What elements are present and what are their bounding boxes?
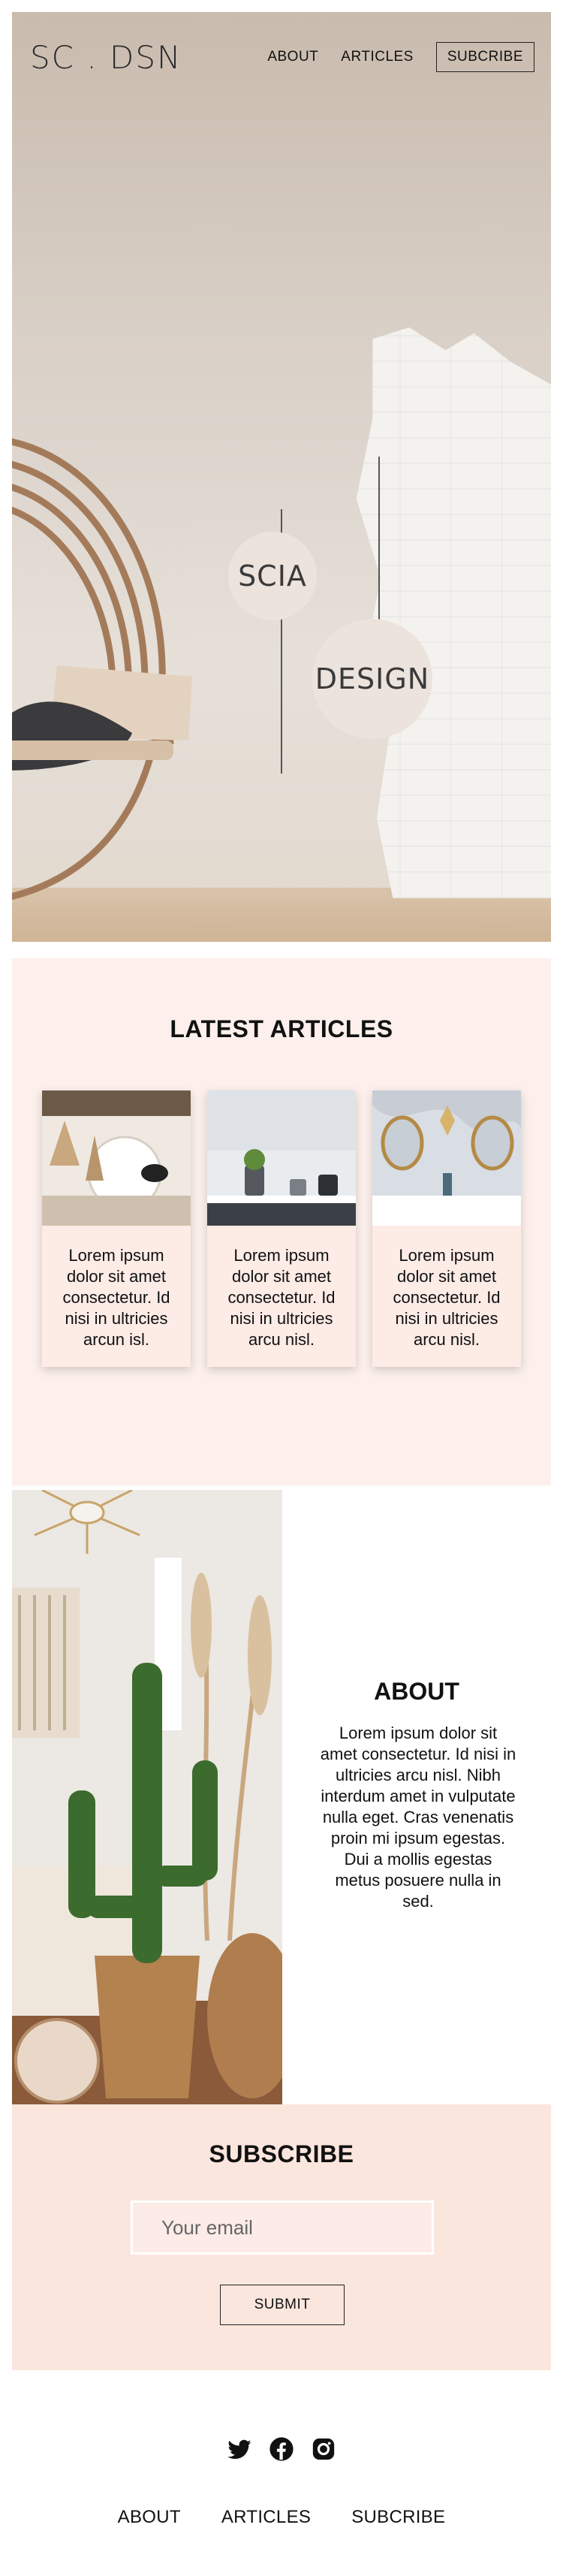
article-card[interactable]: Lorem ipsum dolor sit amet consectetur. … — [372, 1090, 521, 1367]
submit-button[interactable]: SUBMIT — [220, 2285, 345, 2325]
top-navigation: ABOUT ARTICLES SUBCRIBE — [267, 42, 534, 72]
latest-articles-section: LATEST ARTICLES Lorem ipsum dolor sit am… — [12, 958, 551, 1486]
twitter-icon[interactable] — [227, 2436, 252, 2462]
footer-link-about[interactable]: ABOUT — [118, 2507, 181, 2528]
article-image — [207, 1090, 356, 1226]
hero-section: SC . DSN ABOUT ARTICLES SUBCRIBE SCIA DE… — [12, 12, 551, 942]
hero-circle-scia: SCIA — [228, 532, 317, 620]
article-excerpt: Lorem ipsum dolor sit amet consectetur. … — [227, 1246, 336, 1349]
article-cards: Lorem ipsum dolor sit amet consectetur. … — [42, 1090, 521, 1367]
hero-circle-design: DESIGN — [312, 619, 432, 739]
articles-title: LATEST ARTICLES — [170, 1015, 393, 1042]
footer-navigation: ABOUT ARTICLES SUBCRIBE — [0, 2507, 563, 2528]
nav-link-articles[interactable]: ARTICLES — [341, 49, 414, 65]
article-image — [42, 1090, 191, 1226]
about-section: ABOUT Lorem ipsum dolor sit amet consect… — [12, 1490, 551, 2104]
facebook-icon[interactable] — [269, 2436, 294, 2462]
article-excerpt: Lorem ipsum dolor sit amet consectetur. … — [62, 1246, 170, 1349]
nav-subscribe-button[interactable]: SUBCRIBE — [435, 42, 534, 72]
hanging-chair-image — [12, 438, 192, 900]
site-logo[interactable]: SC . DSN — [30, 39, 182, 76]
email-field[interactable] — [131, 2200, 434, 2255]
footer-link-subscribe[interactable]: SUBCRIBE — [351, 2507, 445, 2528]
article-card[interactable]: Lorem ipsum dolor sit amet consectetur. … — [42, 1090, 191, 1367]
article-card[interactable]: Lorem ipsum dolor sit amet consectetur. … — [207, 1090, 356, 1367]
social-links — [0, 2436, 563, 2462]
subscribe-section: SUBSCRIBE SUBMIT — [12, 2104, 551, 2370]
nav-link-about[interactable]: ABOUT — [267, 49, 318, 65]
about-title: ABOUT — [374, 1678, 459, 1705]
article-excerpt: Lorem ipsum dolor sit amet consectetur. … — [393, 1246, 501, 1349]
footer-link-articles[interactable]: ARTICLES — [221, 2507, 311, 2528]
about-text: Lorem ipsum dolor sit amet consectetur. … — [320, 1724, 516, 1911]
instagram-icon[interactable] — [311, 2436, 336, 2462]
about-plant-image — [12, 1490, 282, 2104]
subscribe-title: SUBSCRIBE — [209, 2140, 354, 2167]
article-image — [372, 1090, 521, 1226]
